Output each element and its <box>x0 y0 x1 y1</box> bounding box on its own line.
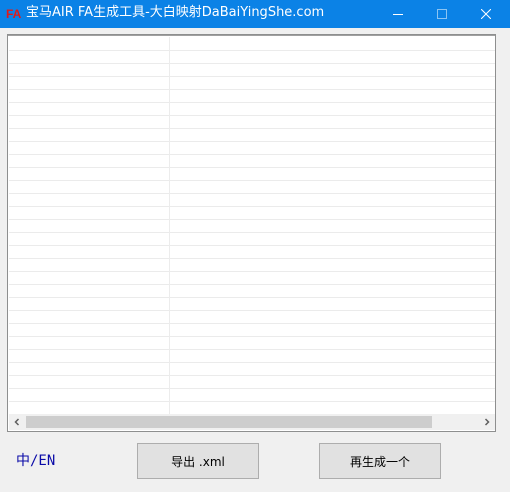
title-bar[interactable]: FA 宝马AIR FA生成工具-大白映射DaBaiYingShe.com <box>0 0 510 28</box>
list-row-separator <box>9 388 495 389</box>
list-row-separator <box>9 362 495 363</box>
list-row-separator <box>9 375 495 376</box>
list-row-separator <box>9 115 495 116</box>
chevron-right-icon <box>484 418 490 426</box>
regenerate-button[interactable]: 再生成一个 <box>319 443 441 479</box>
list-row-separator <box>9 245 495 246</box>
list-row-separator <box>9 128 495 129</box>
close-icon <box>481 9 491 19</box>
list-row-separator <box>9 349 495 350</box>
minimize-icon <box>393 14 403 15</box>
list-row-separator <box>9 141 495 142</box>
export-xml-button[interactable]: 导出 .xml <box>137 443 259 479</box>
list-row-separator <box>9 323 495 324</box>
list-row-separator <box>9 63 495 64</box>
list-row-separator <box>9 193 495 194</box>
scrollbar-thumb[interactable] <box>26 416 432 428</box>
list-row-separator <box>9 258 495 259</box>
list-row-separator <box>9 232 495 233</box>
list-row-separator <box>9 310 495 311</box>
list-row-separator <box>9 76 495 77</box>
list-row-separator <box>9 50 495 51</box>
list-row-separator <box>9 297 495 298</box>
scroll-left-button[interactable] <box>9 414 25 430</box>
list-row-separator <box>9 180 495 181</box>
list-row-separator <box>9 336 495 337</box>
results-list[interactable] <box>7 34 496 432</box>
list-row-separator <box>9 219 495 220</box>
list-row-separator <box>9 284 495 285</box>
column-divider <box>169 37 170 415</box>
list-row-separator <box>9 154 495 155</box>
maximize-button[interactable] <box>420 0 464 28</box>
maximize-icon <box>437 9 447 19</box>
window-title: 宝马AIR FA生成工具-大白映射DaBaiYingShe.com <box>26 5 325 20</box>
list-row-separator <box>9 167 495 168</box>
list-row-separator <box>9 89 495 90</box>
scroll-right-button[interactable] <box>479 414 495 430</box>
list-row-separator <box>9 206 495 207</box>
language-toggle-link[interactable]: 中/EN <box>16 452 55 470</box>
list-row-separator <box>9 102 495 103</box>
list-rows <box>9 37 495 415</box>
minimize-button[interactable] <box>376 0 420 28</box>
list-row-separator <box>9 271 495 272</box>
close-button[interactable] <box>464 0 508 28</box>
horizontal-scrollbar[interactable] <box>9 414 495 430</box>
chevron-left-icon <box>14 418 20 426</box>
app-icon: FA <box>6 7 22 21</box>
list-row-separator <box>9 401 495 402</box>
